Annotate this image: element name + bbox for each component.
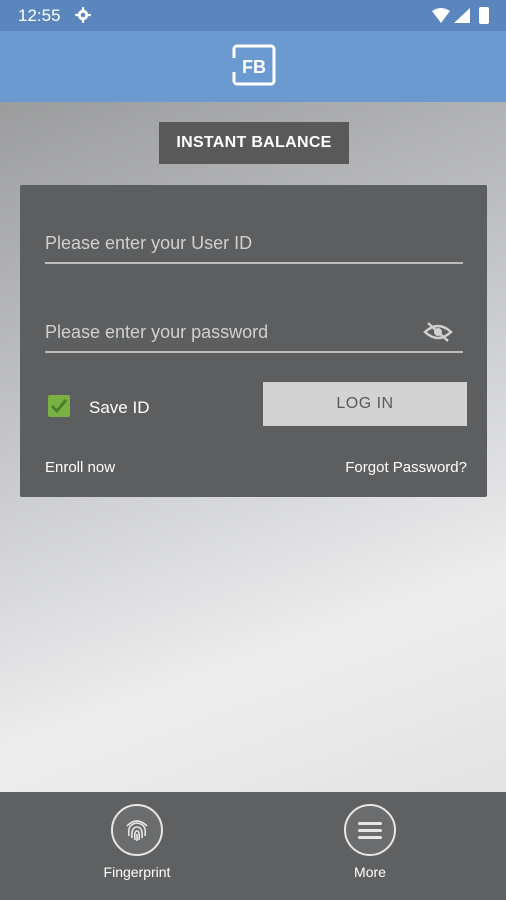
save-id-label: Save ID bbox=[89, 398, 150, 417]
settings-gear-icon bbox=[75, 7, 91, 23]
menu-icon bbox=[358, 822, 382, 839]
status-time: 12:55 bbox=[18, 6, 61, 25]
instant-balance-button[interactable]: INSTANT BALANCE bbox=[159, 122, 349, 164]
save-id-checkbox[interactable] bbox=[48, 395, 70, 417]
more-label: More bbox=[354, 864, 386, 880]
password-placeholder: Please enter your password bbox=[45, 322, 269, 342]
logo-text: FB bbox=[242, 57, 266, 77]
wifi-icon bbox=[432, 8, 450, 23]
fb-logo-icon: FB bbox=[231, 44, 276, 86]
enroll-now-link[interactable]: Enroll now bbox=[45, 459, 115, 476]
forgot-password-link[interactable]: Forgot Password? bbox=[345, 459, 467, 476]
fingerprint-circle[interactable] bbox=[111, 804, 163, 856]
bottom-nav: Fingerprint More bbox=[0, 792, 506, 900]
fingerprint-label: Fingerprint bbox=[103, 864, 171, 880]
battery-icon bbox=[479, 7, 489, 24]
login-button[interactable]: LOG IN bbox=[263, 382, 467, 426]
app-bar: FB bbox=[0, 31, 506, 102]
password-field[interactable]: Please enter your password bbox=[45, 322, 463, 353]
more-circle[interactable] bbox=[344, 804, 396, 856]
signal-icon bbox=[454, 8, 470, 23]
fingerprint-icon bbox=[126, 820, 148, 841]
main-content: INSTANT BALANCE Please enter your User I… bbox=[0, 102, 506, 792]
status-bar: 12:55 bbox=[0, 0, 506, 31]
checkmark-icon bbox=[50, 399, 68, 414]
fingerprint-button[interactable]: Fingerprint bbox=[72, 804, 202, 880]
user-id-field[interactable]: Please enter your User ID bbox=[45, 233, 463, 264]
more-button[interactable]: More bbox=[305, 804, 435, 880]
login-card: Please enter your User ID Please enter y… bbox=[20, 185, 487, 497]
user-id-placeholder: Please enter your User ID bbox=[45, 233, 253, 253]
hide-password-icon[interactable] bbox=[423, 320, 453, 344]
